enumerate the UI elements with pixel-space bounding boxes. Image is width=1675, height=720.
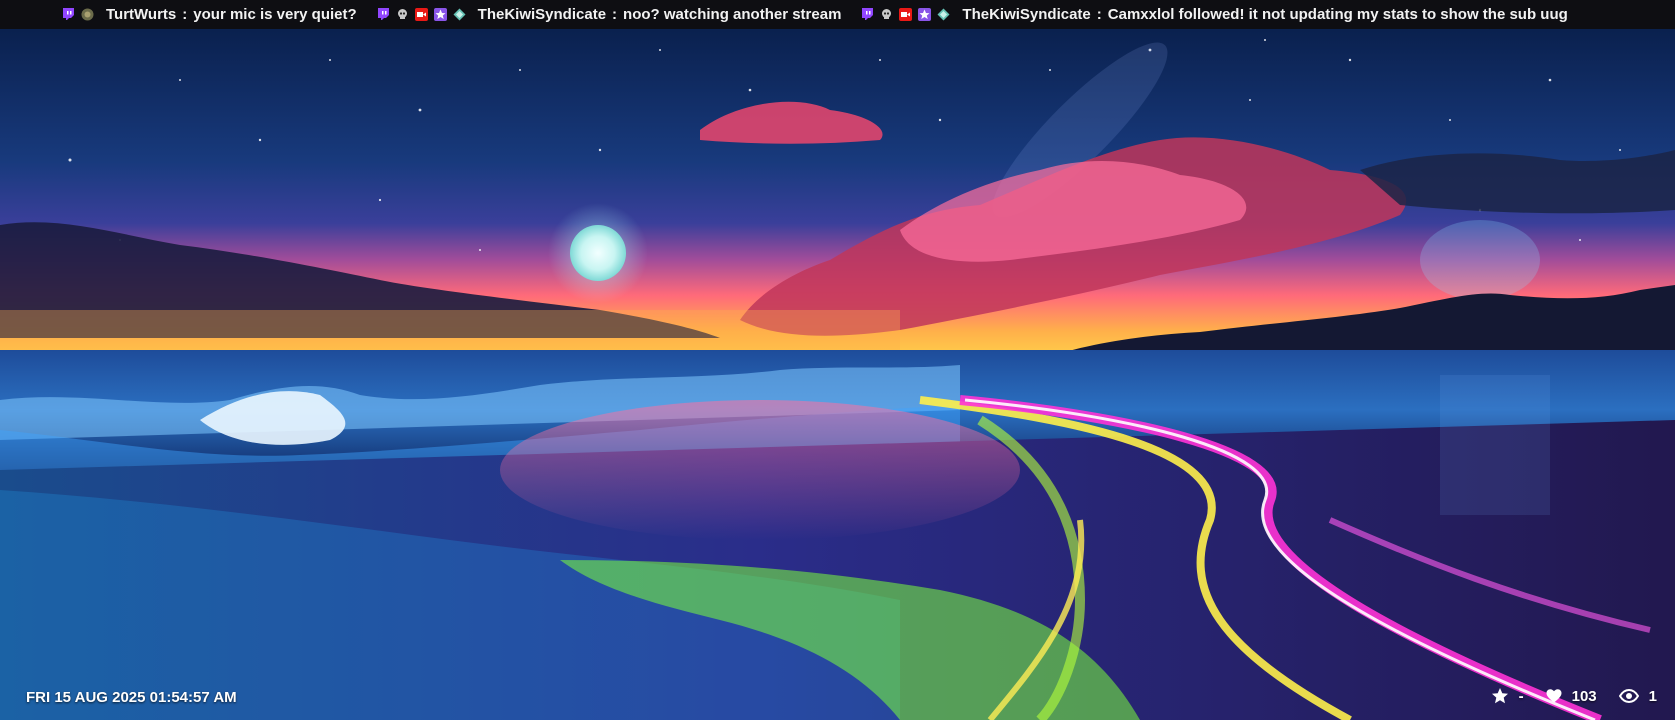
star-icon bbox=[1491, 688, 1508, 704]
chat-message: TheKiwiSyndicate : noo? watching another… bbox=[377, 6, 842, 23]
heart-icon bbox=[1546, 689, 1562, 703]
viewers-count: 1 bbox=[1648, 687, 1657, 705]
star-badge-icon bbox=[918, 8, 932, 21]
gem-badge-icon bbox=[453, 8, 466, 21]
likes-stat: 103 bbox=[1546, 688, 1597, 705]
chat-separator: : bbox=[182, 6, 188, 23]
chat-ticker: TurtWurts : your mic is very quiet? TheK… bbox=[0, 0, 1675, 29]
chat-separator: : bbox=[612, 6, 618, 23]
chat-username: TheKiwiSyndicate bbox=[477, 6, 607, 23]
viewers-stat: 1 bbox=[1618, 687, 1657, 705]
chat-message: TheKiwiSyndicate : Camxxlol followed! it… bbox=[861, 6, 1568, 23]
chat-text: your mic is very quiet? bbox=[193, 6, 357, 23]
stream-stats: - 103 1 bbox=[1469, 687, 1657, 705]
twitch-icon bbox=[62, 8, 75, 21]
chat-separator: : bbox=[1096, 6, 1102, 23]
chat-ticker-track: TurtWurts : your mic is very quiet? TheK… bbox=[62, 0, 1588, 29]
chat-text: Camxxlol followed! it not updating my st… bbox=[1107, 6, 1568, 23]
chat-text: noo? watching another stream bbox=[623, 6, 842, 23]
gem-badge-icon bbox=[937, 8, 950, 21]
star-stat: - bbox=[1491, 687, 1524, 705]
star-value: - bbox=[1518, 687, 1524, 705]
likes-count: 103 bbox=[1571, 687, 1597, 705]
avatar-badge-icon bbox=[81, 8, 94, 21]
video-badge-icon bbox=[899, 8, 913, 21]
star-badge-icon bbox=[433, 8, 447, 21]
datetime-display: FRI 15 AUG 2025 01:54:57 AM bbox=[26, 689, 237, 706]
beach-background-image bbox=[0, 0, 1675, 720]
twitch-icon bbox=[377, 8, 390, 21]
video-badge-icon bbox=[414, 8, 428, 21]
skull-icon bbox=[880, 8, 893, 21]
chat-username: TurtWurts bbox=[106, 6, 177, 23]
eye-icon bbox=[1618, 689, 1639, 703]
skull-icon bbox=[396, 8, 409, 21]
twitch-icon bbox=[861, 8, 874, 21]
chat-message: TurtWurts : your mic is very quiet? bbox=[62, 6, 357, 23]
chat-username: TheKiwiSyndicate bbox=[962, 6, 1091, 23]
